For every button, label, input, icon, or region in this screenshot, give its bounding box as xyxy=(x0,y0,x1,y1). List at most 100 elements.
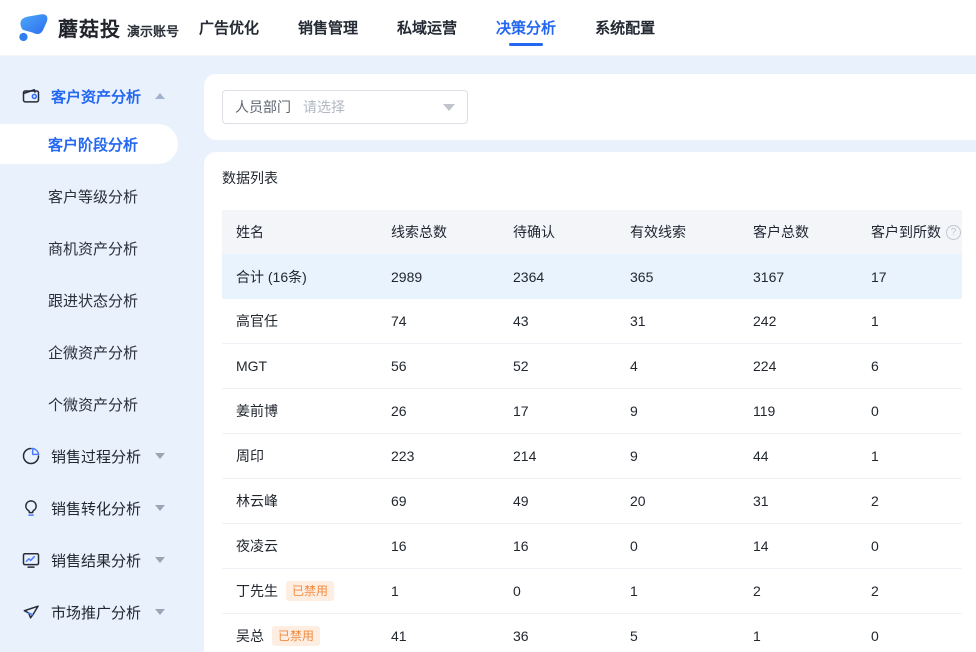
value-cell: 2364 xyxy=(499,269,616,285)
table-row: 林云峰694920312 xyxy=(222,479,962,524)
sidebar-group-2[interactable]: 销售转化分析 xyxy=(0,482,202,534)
value-cell: 17 xyxy=(499,403,616,419)
value-cell: 41 xyxy=(377,628,499,644)
row-name: 周印 xyxy=(236,446,264,466)
value-cell: 52 xyxy=(499,358,616,374)
chevron-down-icon xyxy=(155,505,165,511)
value-cell: 31 xyxy=(616,313,739,329)
value-cell: 223 xyxy=(377,448,499,464)
sidebar-item-label: 商机资产分析 xyxy=(0,238,138,259)
chevron-up-icon xyxy=(155,93,165,99)
column-header-label: 待确认 xyxy=(513,222,555,242)
value-cell: 49 xyxy=(499,493,616,509)
column-header-5: 客户到所数? xyxy=(857,222,962,242)
value-cell: 9 xyxy=(616,448,739,464)
sidebar-group-label: 市场推广分析 xyxy=(51,602,141,623)
row-name: 高官任 xyxy=(236,311,278,331)
table-row: 夜凌云16160140 xyxy=(222,524,962,569)
sidebar-item-0-3[interactable]: 跟进状态分析 xyxy=(0,274,202,326)
column-header-2: 待确认 xyxy=(499,222,616,242)
sidebar-group-0[interactable]: 客户资产分析 xyxy=(0,74,202,118)
list-title: 数据列表 xyxy=(222,168,962,188)
column-header-0: 姓名 xyxy=(222,222,377,242)
active-tab-underline xyxy=(509,43,543,46)
name-cell: 吴总已禁用 xyxy=(222,626,377,646)
value-cell: 20 xyxy=(616,493,739,509)
nav-item-0[interactable]: 广告优化 xyxy=(199,0,259,55)
value-cell: 1 xyxy=(616,583,739,599)
monitor-chart-icon xyxy=(20,549,42,571)
data-table: 姓名线索总数待确认有效线索客户总数客户到所数?合计 (16条)298923643… xyxy=(222,210,962,652)
disabled-badge: 已禁用 xyxy=(272,626,320,646)
select-placeholder: 请选择 xyxy=(303,97,345,117)
nav-item-label: 广告优化 xyxy=(199,17,259,38)
chevron-down-icon xyxy=(155,609,165,615)
sidebar-group-1[interactable]: 销售过程分析 xyxy=(0,430,202,482)
value-cell: 43 xyxy=(499,313,616,329)
sidebar-group-4[interactable]: 市场推广分析 xyxy=(0,586,202,638)
name-cell: 丁先生已禁用 xyxy=(222,581,377,601)
value-cell: 2 xyxy=(857,583,962,599)
pie-chart-icon xyxy=(20,445,42,467)
top-nav: 广告优化 销售管理 私域运营决策分析 系统配置 xyxy=(199,0,655,55)
value-cell: 214 xyxy=(499,448,616,464)
nav-item-3[interactable]: 决策分析 xyxy=(496,0,556,55)
value-cell: 74 xyxy=(377,313,499,329)
nav-item-4[interactable]: 系统配置 xyxy=(595,0,655,55)
table-header-row: 姓名线索总数待确认有效线索客户总数客户到所数? xyxy=(222,210,962,254)
mushroom-cloud-logo-icon xyxy=(14,10,50,46)
sidebar-item-0-1[interactable]: 客户等级分析 xyxy=(0,170,202,222)
bulb-icon xyxy=(20,497,42,519)
name-cell: MGT xyxy=(222,358,377,374)
value-cell: 2989 xyxy=(377,269,499,285)
question-circle-icon[interactable]: ? xyxy=(946,225,961,240)
sidebar-group-label: 销售过程分析 xyxy=(51,446,141,467)
value-cell: 242 xyxy=(739,313,857,329)
department-select[interactable]: 人员部门 请选择 xyxy=(222,90,468,124)
value-cell: 5 xyxy=(616,628,739,644)
row-name: 吴总 xyxy=(236,626,264,646)
value-cell: 0 xyxy=(857,538,962,554)
table-row: 吴总已禁用4136510 xyxy=(222,614,962,652)
name-cell: 夜凌云 xyxy=(222,536,377,556)
chevron-down-icon xyxy=(155,557,165,563)
value-cell: 26 xyxy=(377,403,499,419)
value-cell: 365 xyxy=(616,269,739,285)
column-header-label: 客户到所数 xyxy=(871,222,941,242)
sidebar-item-0-4[interactable]: 企微资产分析 xyxy=(0,326,202,378)
value-cell: 0 xyxy=(499,583,616,599)
value-cell: 1 xyxy=(857,313,962,329)
table-row: 周印2232149441 xyxy=(222,434,962,479)
brand: 蘑菇投 演示账号 xyxy=(0,10,199,46)
row-name: 姜前博 xyxy=(236,401,278,421)
sidebar: 客户资产分析客户阶段分析客户等级分析商机资产分析跟进状态分析企微资产分析个微资产… xyxy=(0,56,202,652)
sidebar-item-label: 个微资产分析 xyxy=(0,394,138,415)
data-list-card: 数据列表 姓名线索总数待确认有效线索客户总数客户到所数? 合计 (16条) 2989… xyxy=(204,152,976,652)
value-cell: 6 xyxy=(857,358,962,374)
nav-item-1[interactable]: 销售管理 xyxy=(298,0,358,55)
value-cell: 1 xyxy=(857,448,962,464)
select-label: 人员部门 xyxy=(235,97,291,117)
sidebar-item-0-5[interactable]: 个微资产分析 xyxy=(0,378,202,430)
nav-item-label: 销售管理 xyxy=(298,17,358,38)
value-cell: 31 xyxy=(739,493,857,509)
row-name: 丁先生 xyxy=(236,581,278,601)
value-cell: 14 xyxy=(739,538,857,554)
table-row: 高官任 7443312421 xyxy=(222,299,962,344)
value-cell: 0 xyxy=(857,403,962,419)
sidebar-item-label: 客户阶段分析 xyxy=(0,134,138,155)
nav-item-label: 系统配置 xyxy=(595,17,655,38)
value-cell: 2 xyxy=(857,493,962,509)
sidebar-item-0-2[interactable]: 商机资产分析 xyxy=(0,222,202,274)
main-content: 人员部门 请选择 数据列表 姓名线索总数待确认有效线索客户总数客户到所数? 合计 … xyxy=(202,56,976,652)
row-name: 夜凌云 xyxy=(236,536,278,556)
sidebar-group-3[interactable]: 销售结果分析 xyxy=(0,534,202,586)
value-cell: 9 xyxy=(616,403,739,419)
value-cell: 36 xyxy=(499,628,616,644)
sidebar-group-label: 客户资产分析 xyxy=(51,86,141,107)
nav-item-2[interactable]: 私域运营 xyxy=(397,0,457,55)
sidebar-item-0-0[interactable]: 客户阶段分析 xyxy=(0,118,202,170)
brand-name: 蘑菇投 xyxy=(58,13,121,42)
row-name: 合计 (16条) xyxy=(236,267,307,287)
name-cell: 林云峰 xyxy=(222,491,377,511)
